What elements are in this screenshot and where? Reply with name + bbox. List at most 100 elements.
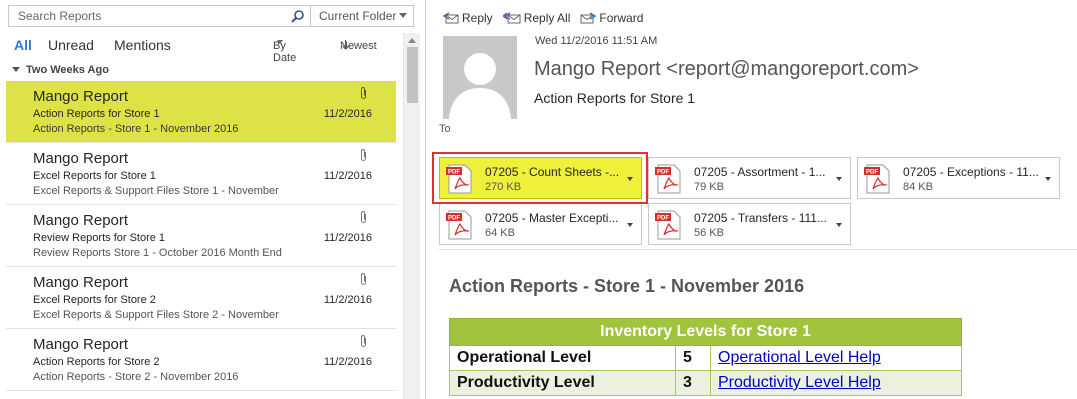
message-date: 11/2/2016 <box>323 108 372 120</box>
attachment-size: 64 KB <box>485 227 515 239</box>
attachment-icon <box>359 334 368 353</box>
search-scope-label: Current Folder <box>319 9 397 23</box>
message-from: Mango Report <box>33 336 129 353</box>
attachment-size: 79 KB <box>694 181 724 193</box>
chevron-down-icon <box>277 40 283 44</box>
message-actions: Reply Reply All Forward <box>443 11 653 25</box>
help-link-cell: Productivity Level Help <box>710 370 962 396</box>
attachment-name: 07205 - Master Excepti... <box>485 211 619 225</box>
group-header[interactable]: Two Weeks Ago <box>8 61 396 78</box>
outlook-window: Search Reports Current Folder All Unread… <box>0 0 1077 399</box>
message-subject: Excel Reports for Store 2 <box>33 294 156 306</box>
pdf-file-icon: PDF <box>655 164 683 199</box>
attachment-size: 56 KB <box>694 227 724 239</box>
sort-order-toggle[interactable]: Newest <box>340 40 377 52</box>
chevron-down-icon <box>399 13 407 18</box>
filter-unread[interactable]: Unread <box>48 37 94 53</box>
productivity-level-help-link[interactable]: Productivity Level Help <box>718 374 881 391</box>
table-row: Operational Level 5 Operational Level He… <box>449 345 962 371</box>
forward-button[interactable]: Forward <box>580 11 643 25</box>
attachment-icon <box>359 86 368 105</box>
scrollbar-thumb[interactable] <box>407 47 418 103</box>
message-subject: Action Reports for Store 1 <box>33 108 160 120</box>
search-icon[interactable] <box>284 6 310 26</box>
attachment-card[interactable]: PDF 07205 - Assortment - 1... 79 KB <box>648 157 851 199</box>
level-label: Operational Level <box>449 345 676 371</box>
report-title: Action Reports - Store 1 - November 2016 <box>449 276 805 296</box>
chevron-down-icon[interactable] <box>1045 177 1051 181</box>
pdf-file-icon: PDF <box>446 210 474 245</box>
filter-bar: All Unread Mentions By Date Newest <box>14 37 399 64</box>
message-from: Mango Report <box>33 274 129 291</box>
message-subject: Excel Reports for Store 1 <box>33 170 156 182</box>
forward-icon <box>580 12 597 24</box>
sender-avatar <box>443 36 517 119</box>
message-datetime: Wed 11/2/2016 11:51 AM <box>535 35 658 47</box>
message-item[interactable]: Mango Report Action Reports for Store 2 … <box>6 329 396 391</box>
reply-button[interactable]: Reply <box>443 11 493 25</box>
help-link-cell: Operational Level Help <box>710 345 962 371</box>
collapse-triangle-icon <box>12 67 20 72</box>
message-preview: Action Reports - Store 1 - November 2016 <box>33 123 239 135</box>
message-list-scrollbar[interactable] <box>403 33 420 399</box>
attachment-card[interactable]: PDF 07205 - Master Excepti... 64 KB <box>439 203 642 245</box>
message-from: Mango Report <box>33 88 129 105</box>
attachment-card[interactable]: PDF 07205 - Transfers - 111... 56 KB <box>648 203 851 245</box>
table-header: Inventory Levels for Store 1 <box>449 318 962 346</box>
attachment-name: 07205 - Exceptions - 11... <box>903 165 1039 179</box>
search-input[interactable]: Search Reports <box>9 6 310 26</box>
message-from: Mango Report <box>33 212 129 229</box>
reply-all-icon <box>502 12 521 24</box>
message-item[interactable]: Mango Report Action Reports for Store 1 … <box>6 81 396 143</box>
filter-mentions[interactable]: Mentions <box>114 37 171 53</box>
operational-level-help-link[interactable]: Operational Level Help <box>718 349 881 366</box>
message-subject: Action Reports for Store 2 <box>33 356 160 368</box>
message-date: 11/2/2016 <box>323 356 372 368</box>
message-from: Mango Report <box>33 150 129 167</box>
search-bar: Search Reports Current Folder <box>8 5 414 27</box>
forward-label: Forward <box>599 11 644 25</box>
attachment-name: 07205 - Assortment - 1... <box>694 165 826 179</box>
sort-order-label: Newest <box>340 40 377 52</box>
message-list: Mango Report Action Reports for Store 1 … <box>6 81 396 391</box>
svg-text:PDF: PDF <box>657 216 669 222</box>
search-placeholder: Search Reports <box>18 9 102 23</box>
attachment-size: 84 KB <box>903 181 933 193</box>
pdf-file-icon: PDF <box>864 164 892 199</box>
attachment-icon <box>359 272 368 291</box>
search-scope-dropdown[interactable]: Current Folder <box>310 6 413 26</box>
level-value: 3 <box>675 370 711 396</box>
chevron-down-icon[interactable] <box>836 223 842 227</box>
attachment-card[interactable]: PDF 07205 - Exceptions - 11... 84 KB <box>857 157 1060 199</box>
inventory-levels-table: Inventory Levels for Store 1 Operational… <box>449 318 962 396</box>
svg-text:PDF: PDF <box>657 170 669 176</box>
reply-label: Reply <box>462 11 493 25</box>
reading-pane: Reply Reply All Forward Wed 11/2/2016 11… <box>426 0 1077 399</box>
chevron-down-icon[interactable] <box>627 223 633 227</box>
message-date: 11/2/2016 <box>323 170 372 182</box>
person-placeholder-icon <box>449 53 511 119</box>
reply-all-button[interactable]: Reply All <box>502 11 571 25</box>
to-label: To <box>439 123 451 135</box>
message-item[interactable]: Mango Report Excel Reports for Store 2 1… <box>6 267 396 329</box>
chevron-down-icon[interactable] <box>836 177 842 181</box>
group-label: Two Weeks Ago <box>26 63 109 76</box>
message-item[interactable]: Mango Report Excel Reports for Store 1 1… <box>6 143 396 205</box>
svg-text:PDF: PDF <box>448 216 460 222</box>
message-date: 11/2/2016 <box>323 294 372 306</box>
reply-all-label: Reply All <box>523 11 571 25</box>
message-subject: Review Reports for Store 1 <box>33 232 166 244</box>
message-preview: Review Reports Store 1 - October 2016 Mo… <box>33 247 282 259</box>
message-preview: Action Reports - Store 2 - November 2016 <box>33 371 239 383</box>
message-list-pane: Search Reports Current Folder All Unread… <box>0 0 425 399</box>
scroll-up-arrow-icon[interactable] <box>408 38 416 43</box>
message-sender[interactable]: Mango Report <report@mangoreport.com> <box>534 58 919 81</box>
message-preview: Excel Reports & Support Files Store 1 - … <box>33 185 279 197</box>
divider-line <box>439 249 1077 250</box>
message-item[interactable]: Mango Report Review Reports for Store 1 … <box>6 205 396 267</box>
message-date: 11/2/2016 <box>323 232 372 244</box>
svg-text:PDF: PDF <box>866 170 878 176</box>
filter-all[interactable]: All <box>14 37 32 53</box>
message-subject-heading: Action Reports for Store 1 <box>534 90 696 106</box>
table-row: Productivity Level 3 Productivity Level … <box>449 370 962 396</box>
